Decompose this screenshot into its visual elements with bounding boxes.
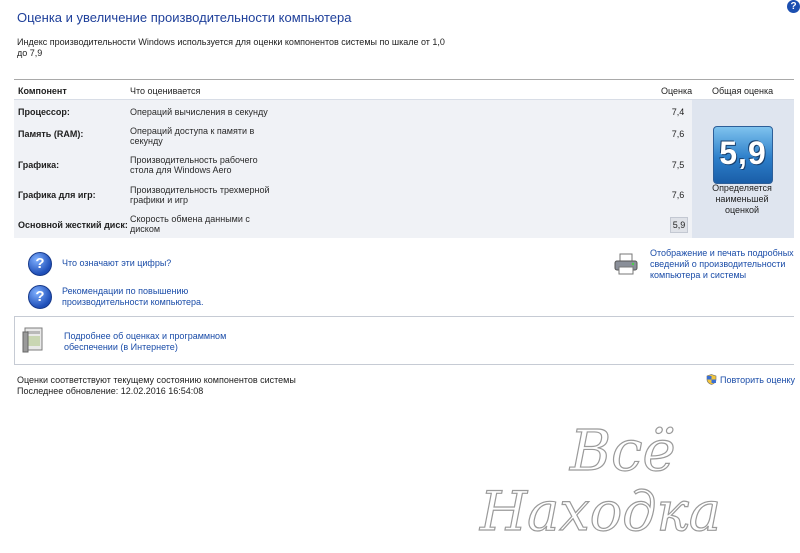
help-icon[interactable]: ? (787, 0, 800, 13)
page-description: Индекс производительности Windows исполь… (17, 37, 445, 58)
row-what: Производительность трехмерной графики и … (130, 185, 270, 205)
table-row: Графика: Производительность рабочего сто… (14, 155, 692, 183)
printer-icon (614, 253, 638, 275)
table-row: Память (RAM): Операций доступа к памяти … (14, 126, 692, 154)
table-row: Основной жесткий диск: Скорость обмена д… (14, 213, 692, 241)
recommendations-link[interactable]: Рекомендации по повышению производительн… (62, 286, 212, 308)
question-icon: ? (28, 285, 52, 309)
row-component: Процессор: (18, 107, 70, 117)
column-header-overall: Общая оценка (712, 86, 774, 96)
row-component: Память (RAM): (18, 129, 84, 139)
section-divider (14, 316, 794, 317)
more-info-link[interactable]: Подробнее об оценках и программном обесп… (64, 331, 239, 353)
uac-shield-icon[interactable] (706, 374, 717, 385)
status-line: Оценки соответствуют текущему состоянию … (17, 375, 296, 385)
page-title: Оценка и увеличение производительности к… (17, 10, 352, 25)
what-numbers-mean-link[interactable]: Что означают эти цифры? (62, 258, 171, 269)
table-row: Графика для игр: Производительность трех… (14, 184, 692, 212)
watermark: Всё Находка (478, 418, 721, 543)
overall-score-tile: 5,9 (713, 126, 773, 184)
info-document-icon (22, 327, 43, 353)
row-component: Графика: (18, 160, 60, 170)
watermark-line1: Всё (569, 419, 676, 484)
row-component: Основной жесткий диск: (18, 220, 128, 230)
column-header-score: Оценка (661, 86, 693, 96)
row-score: 7,5 (671, 160, 685, 170)
overall-score-caption: Определяется наименьшей оценкой (712, 183, 772, 215)
row-score: 5,9 (670, 217, 688, 233)
rerun-assessment-link[interactable]: Повторить оценку (720, 375, 795, 385)
row-what: Скорость обмена данными с диском (130, 214, 250, 234)
section-divider (14, 364, 794, 365)
print-details-link[interactable]: Отображение и печать подробных сведений … (650, 248, 796, 281)
column-header-component: Компонент (18, 86, 67, 96)
watermark-line2: Находка (479, 480, 721, 543)
last-update: Последнее обновление: 12.02.2016 16:54:0… (17, 386, 204, 396)
row-score: 7,4 (671, 107, 685, 117)
row-score: 7,6 (671, 190, 685, 200)
row-component: Графика для игр: (18, 190, 96, 200)
row-what: Производительность рабочего стола для Wi… (130, 155, 258, 175)
row-what: Операций вычисления в секунду (130, 107, 268, 117)
footer-status: Оценки соответствуют текущему состоянию … (17, 375, 296, 397)
column-header-what: Что оценивается (130, 86, 201, 96)
overall-score: 5,9 (719, 135, 767, 171)
section-divider-vertical (14, 316, 15, 364)
row-score: 7,6 (671, 129, 685, 139)
table-top-divider (14, 79, 794, 80)
row-what: Операций доступа к памяти в секунду (130, 126, 255, 146)
question-icon: ? (28, 252, 52, 276)
